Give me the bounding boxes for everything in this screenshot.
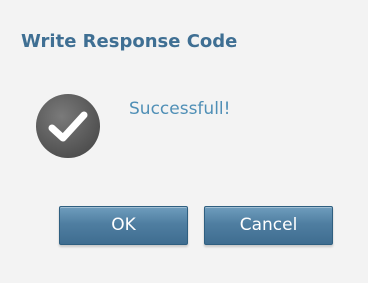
success-message: Successfull! xyxy=(129,99,231,119)
checkmark-circle-icon xyxy=(35,93,101,159)
write-response-code-dialog: Write Response Code Successfull! OK Canc… xyxy=(0,0,368,283)
cancel-button[interactable]: Cancel xyxy=(204,206,333,245)
dialog-title: Write Response Code xyxy=(21,31,238,52)
ok-button[interactable]: OK xyxy=(59,206,188,245)
